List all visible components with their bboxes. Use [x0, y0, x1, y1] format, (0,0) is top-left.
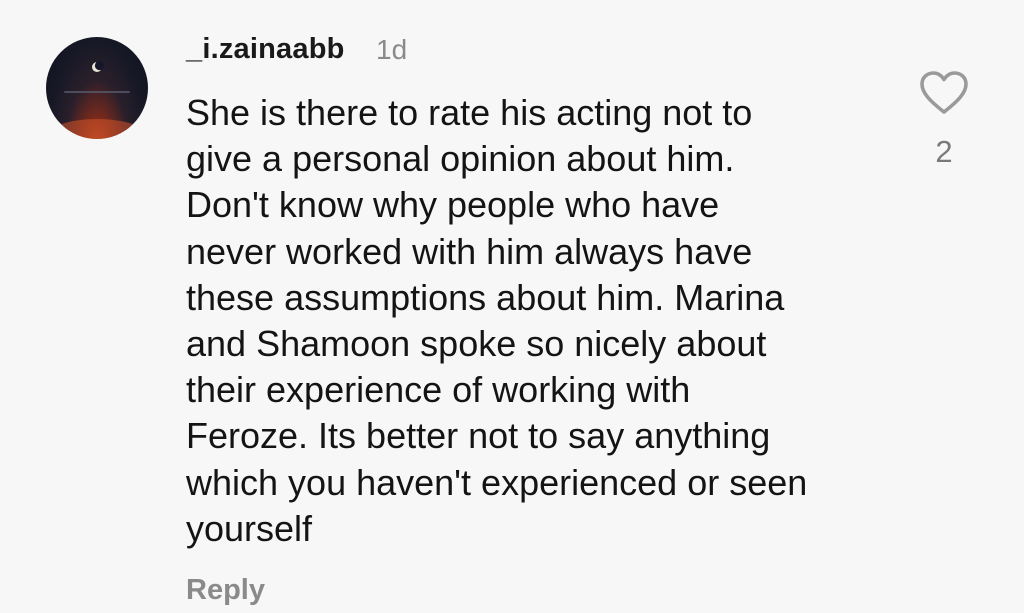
like-count: 2	[935, 134, 953, 169]
avatar-image	[51, 60, 143, 139]
reply-button[interactable]: Reply	[186, 574, 265, 607]
comment-text: She is there to rate his acting not to g…	[186, 92, 808, 549]
like-button[interactable]	[918, 70, 970, 116]
heart-outline-icon	[920, 71, 968, 114]
comment-item: _i.zainaabb 1d She is there to rate his …	[0, 0, 1024, 613]
username-link[interactable]: _i.zainaabb	[186, 33, 345, 66]
timestamp: 1d	[376, 34, 408, 65]
avatar[interactable]	[46, 37, 148, 139]
